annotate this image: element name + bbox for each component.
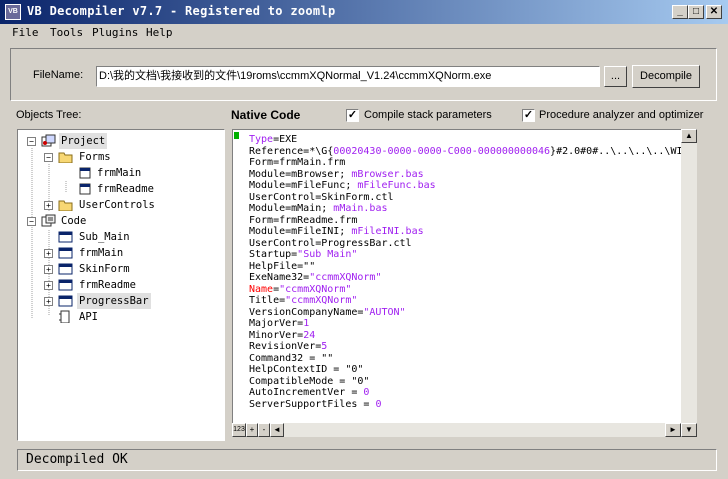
code-token: HelpFile="" (249, 260, 316, 272)
title-bar[interactable]: VB VB Decompiler v7.7 - Registered to zo… (0, 0, 728, 24)
expand-icon[interactable]: + (44, 265, 53, 274)
filename-label: FileName: (33, 69, 84, 81)
compile-stack-checkbox[interactable]: ✓ (346, 109, 359, 122)
collapse-icon[interactable]: − (27, 217, 36, 226)
code-token: Module=mFileFunc; (249, 180, 358, 191)
zoom-out-button[interactable]: - (258, 423, 270, 437)
code-line: ServerSupportFiles = 0 (249, 398, 381, 411)
code-token: UserControl=SkinForm.ctl (249, 191, 394, 203)
code-token: Module=mFileINI; (249, 226, 352, 237)
code-token: mBrowser.bas (351, 168, 424, 180)
scroll-right-button[interactable]: ► (665, 423, 681, 437)
menu-help[interactable]: Help (146, 26, 173, 39)
checkmark-icon: ✓ (347, 109, 358, 121)
form-icon (79, 167, 91, 179)
module-icon (58, 263, 73, 275)
code-token: "ccmmXQNorm" (285, 295, 358, 306)
code-token: CompatibleMode = "0" (249, 375, 370, 387)
code-token: mMain.bas (333, 203, 388, 214)
objects-tree-label: Objects Tree: (16, 109, 82, 121)
code-token: VersionCompanyName= (249, 306, 364, 318)
folder-open-icon (58, 152, 73, 163)
minimize-button[interactable]: _ (672, 5, 688, 19)
menu-bar: File Tools Plugins Help (0, 24, 728, 43)
code-token: AutoIncrementVer = (249, 387, 364, 398)
decompile-button[interactable]: Decompile (632, 65, 700, 88)
close-button[interactable]: ✕ (706, 5, 722, 19)
code-token: }#2.0#0#..\..\..\..\WINDO (550, 145, 697, 157)
code-token: ExeName32= (249, 272, 310, 283)
module-icon (58, 231, 73, 243)
menu-plugins[interactable]: Plugins (92, 26, 138, 39)
code-view[interactable]: Type=EXE Reference=*\G{00020430-0000-0000… (232, 129, 697, 423)
expand-icon[interactable]: + (44, 249, 53, 258)
code-token: RevisionVer= (249, 341, 322, 352)
code-token: =EXE (273, 134, 298, 145)
code-token: mFileINI.bas (351, 226, 424, 237)
code-token: "ccmmXQNorm" (279, 283, 352, 295)
module-icon (58, 279, 73, 291)
form-icon (79, 183, 91, 195)
menu-tools[interactable]: Tools (50, 26, 83, 39)
expand-icon[interactable]: + (44, 297, 53, 306)
procedure-analyzer-checkbox[interactable]: ✓ (522, 109, 535, 122)
scroll-down-button[interactable]: ▼ (681, 423, 697, 437)
menu-file[interactable]: File (12, 26, 39, 39)
status-bar: Decompiled OK (17, 449, 717, 471)
checkmark-icon: ✓ (523, 109, 534, 121)
module-icon (58, 247, 73, 259)
project-icon (41, 134, 56, 147)
code-token: 00020430-0000-0000-C000-000000000046 (333, 145, 551, 157)
code-token: 1 (303, 318, 310, 329)
code-token: Type (249, 134, 274, 145)
collapse-icon[interactable]: − (27, 137, 36, 146)
code-token: Command32 = "" (249, 352, 334, 364)
code-token: Module=mBrowser; (249, 168, 352, 180)
code-token: 0 (363, 387, 370, 398)
code-token: "AUTON" (363, 306, 406, 318)
code-token: "ccmmXQNorm" (309, 272, 382, 283)
code-token: Reference=*\G{ (249, 145, 334, 157)
code-token: Name (249, 283, 274, 295)
code-token: UserControl=ProgressBar.ctl (249, 237, 412, 249)
code-token: "Sub Main" (297, 249, 358, 260)
code-token: HelpContextID = "0" (249, 364, 364, 375)
native-code-label: Native Code (231, 108, 301, 122)
code-token: 24 (303, 329, 316, 341)
browse-button[interactable]: ... (604, 66, 627, 87)
compile-stack-label[interactable]: Compile stack parameters (364, 109, 492, 121)
horizontal-scrollbar[interactable]: 123 + - ◄ ► (232, 423, 681, 437)
code-token: Form=frmMain.frm (249, 157, 346, 168)
code-token: 5 (321, 341, 328, 352)
code-icon (41, 214, 56, 227)
code-token: Startup= (249, 249, 298, 260)
code-token: Title= (249, 295, 286, 306)
code-token: MajorVer= (249, 318, 304, 329)
code-token: mFileFunc.bas (357, 180, 436, 191)
filename-input[interactable]: D:\我的文档\我接收到的文件\19roms\ccmmXQNormal_V1.2… (96, 66, 600, 87)
procedure-analyzer-label[interactable]: Procedure analyzer and optimizer (539, 109, 703, 121)
maximize-button[interactable]: □ (688, 5, 704, 19)
collapse-icon[interactable]: − (44, 153, 53, 162)
line-marker-icon (234, 132, 239, 139)
code-token: MinorVer= (249, 329, 304, 341)
api-icon (59, 310, 70, 323)
expand-icon[interactable]: + (44, 281, 53, 290)
expand-icon[interactable]: + (44, 201, 53, 210)
folder-closed-icon (58, 200, 73, 211)
window-title: VB Decompiler v7.7 - Registered to zooml… (27, 4, 336, 18)
code-token: Form=frmReadme.frm (249, 214, 358, 226)
objects-tree[interactable]: − Project − Forms frmMain frmReadme + Us… (17, 129, 225, 441)
scroll-left-button[interactable]: ◄ (270, 423, 284, 437)
code-token: 0 (375, 398, 382, 410)
scroll-up-button[interactable]: ▲ (681, 129, 697, 143)
module-icon (58, 295, 73, 307)
vertical-scrollbar[interactable]: ▲ ▼ (681, 129, 697, 437)
zoom-in-button[interactable]: + (246, 423, 258, 437)
code-token: ServerSupportFiles = (249, 398, 376, 410)
code-token: Module=mMain; (249, 203, 334, 214)
line-numbers-button[interactable]: 123 (232, 423, 246, 437)
app-icon: VB (5, 4, 21, 20)
